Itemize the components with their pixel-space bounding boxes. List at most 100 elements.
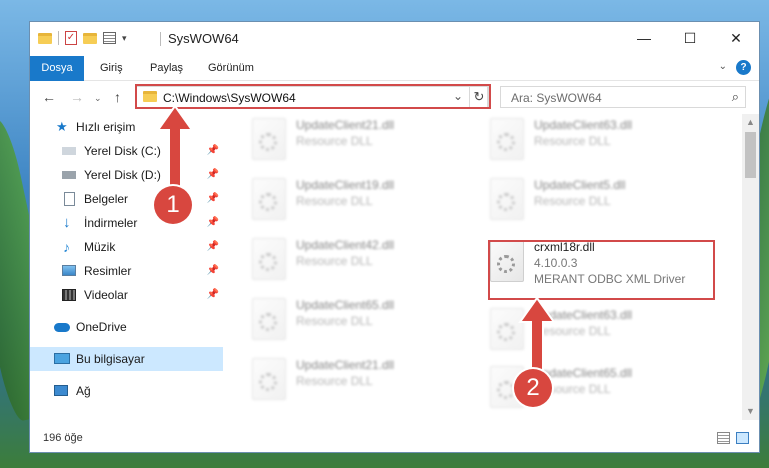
vertical-scrollbar[interactable]: ▲ ▼	[742, 114, 759, 420]
chevron-down-icon[interactable]: ▾	[122, 33, 127, 44]
sidebar-item-downloads[interactable]: ↓ İndirmeler 📌	[30, 211, 223, 235]
dll-file-icon	[252, 178, 286, 220]
sidebar-item-videos[interactable]: Videolar 📌	[30, 283, 223, 307]
separator	[58, 31, 59, 45]
file-name: UpdateClient21.dll	[296, 358, 395, 372]
list-item[interactable]: UpdateClient65.dll Resource DLL	[250, 294, 480, 348]
status-bar: 196 öğe	[30, 426, 759, 452]
folder-icon	[38, 32, 52, 44]
gear-icon	[497, 193, 515, 211]
search-input[interactable]: Ara: SysWOW64 ⌕	[500, 86, 746, 108]
dll-file-icon	[252, 358, 286, 400]
list-item[interactable]: UpdateClient63.dll Resource DLL	[488, 114, 718, 168]
videos-icon	[62, 289, 76, 301]
file-type: Resource DLL	[534, 134, 611, 148]
search-icon[interactable]: ⌕	[732, 89, 739, 105]
dll-file-icon	[252, 238, 286, 280]
sidebar-item-label: Resimler	[84, 264, 132, 278]
title-bar: ✓ ▾ SysWOW64 — ☐ ✕	[30, 22, 759, 56]
help-button[interactable]: ?	[736, 60, 751, 75]
pin-icon[interactable]: 📌	[207, 211, 219, 235]
step-badge-2: 2	[514, 369, 552, 407]
scroll-up-icon[interactable]: ▲	[742, 114, 759, 131]
properties-check-icon[interactable]: ✓	[65, 31, 77, 45]
step-badge-1: 1	[154, 186, 192, 224]
sidebar-item-onedrive[interactable]: OneDrive	[30, 315, 223, 339]
up-button[interactable]: ↑	[114, 89, 121, 105]
pin-icon[interactable]: 📌	[207, 139, 219, 163]
tab-home[interactable]: Giriş	[100, 56, 123, 80]
star-icon: ★	[56, 119, 68, 134]
customize-icon[interactable]	[103, 32, 116, 44]
gear-icon	[259, 313, 277, 331]
back-button[interactable]: ←	[42, 89, 56, 105]
gear-icon	[259, 253, 277, 271]
file-type: Resource DLL	[296, 194, 373, 208]
dll-file-icon	[490, 178, 524, 220]
scroll-down-icon[interactable]: ▼	[742, 403, 759, 420]
list-item[interactable]: UpdateClient5.dll Resource DLL	[488, 174, 718, 228]
sidebar-item-label: Ağ	[76, 384, 91, 398]
scroll-thumb[interactable]	[745, 132, 756, 178]
sidebar-item-label: İndirmeler	[84, 216, 138, 230]
file-name: UpdateClient19.dll	[296, 178, 395, 192]
drive-icon	[62, 171, 76, 179]
sidebar-item-music[interactable]: ♪ Müzik 📌	[30, 235, 223, 259]
cloud-icon	[54, 323, 70, 332]
sidebar-item-pictures[interactable]: Resimler 📌	[30, 259, 223, 283]
gear-icon	[259, 133, 277, 151]
file-type: Resource DLL	[296, 254, 373, 268]
gear-icon	[259, 193, 277, 211]
list-item[interactable]: UpdateClient21.dll Resource DLL	[250, 114, 480, 168]
separator	[160, 32, 161, 46]
chevron-down-icon[interactable]: ⌄	[719, 61, 727, 72]
gear-icon	[497, 133, 515, 151]
sidebar-item-label: Hızlı erişim	[76, 120, 136, 134]
file-name: UpdateClient5.dll	[534, 178, 626, 192]
dll-file-icon	[490, 118, 524, 160]
details-view-icon[interactable]	[717, 432, 730, 444]
quick-access-toolbar: ✓ ▾	[38, 31, 127, 45]
recent-chevron-icon[interactable]: ⌄	[94, 93, 102, 104]
tab-view[interactable]: Görünüm	[208, 56, 254, 80]
file-type: Resource DLL	[296, 314, 373, 328]
new-folder-icon[interactable]	[83, 32, 97, 44]
list-item[interactable]: UpdateClient19.dll Resource DLL	[250, 174, 480, 228]
window-title: SysWOW64	[168, 31, 239, 46]
search-placeholder: Ara: SysWOW64	[511, 91, 602, 105]
maximize-button[interactable]: ☐	[667, 22, 713, 56]
pin-icon[interactable]: 📌	[207, 235, 219, 259]
gear-icon	[259, 373, 277, 391]
dll-file-icon	[252, 298, 286, 340]
sidebar-item-label: Videolar	[84, 288, 128, 302]
pin-icon[interactable]: 📌	[207, 283, 219, 307]
pin-icon[interactable]: 📌	[207, 163, 219, 187]
minimize-button[interactable]: —	[621, 22, 667, 56]
sidebar-item-this-pc[interactable]: Bu bilgisayar	[30, 347, 223, 371]
sidebar-item-label: OneDrive	[76, 320, 127, 334]
file-name: UpdateClient42.dll	[296, 238, 395, 252]
download-icon: ↓	[63, 214, 71, 231]
sidebar-item-network[interactable]: Ağ	[30, 379, 223, 403]
documents-icon	[64, 192, 75, 206]
list-item[interactable]: UpdateClient42.dll Resource DLL	[250, 234, 480, 288]
pin-icon[interactable]: 📌	[207, 259, 219, 283]
file-name: UpdateClient63.dll	[534, 118, 633, 132]
forward-button[interactable]: →	[70, 89, 84, 105]
network-icon	[54, 385, 68, 396]
file-type: Resource DLL	[296, 374, 373, 388]
dll-file-icon	[252, 118, 286, 160]
tab-share[interactable]: Paylaş	[150, 56, 183, 80]
file-type: Resource DLL	[534, 194, 611, 208]
sidebar-item-label: Bu bilgisayar	[76, 352, 145, 366]
file-name: UpdateClient21.dll	[296, 118, 395, 132]
tiles-view-icon[interactable]	[736, 432, 749, 444]
explorer-window: ✓ ▾ SysWOW64 — ☐ ✕ Dosya Giriş Paylaş Gö…	[30, 22, 759, 452]
list-item[interactable]: UpdateClient21.dll Resource DLL	[250, 354, 480, 408]
file-type: Resource DLL	[296, 134, 373, 148]
drive-icon	[62, 147, 76, 155]
computer-icon	[54, 353, 70, 364]
item-count: 196 öğe	[43, 432, 83, 444]
close-button[interactable]: ✕	[713, 22, 759, 56]
pin-icon[interactable]: 📌	[207, 187, 219, 211]
